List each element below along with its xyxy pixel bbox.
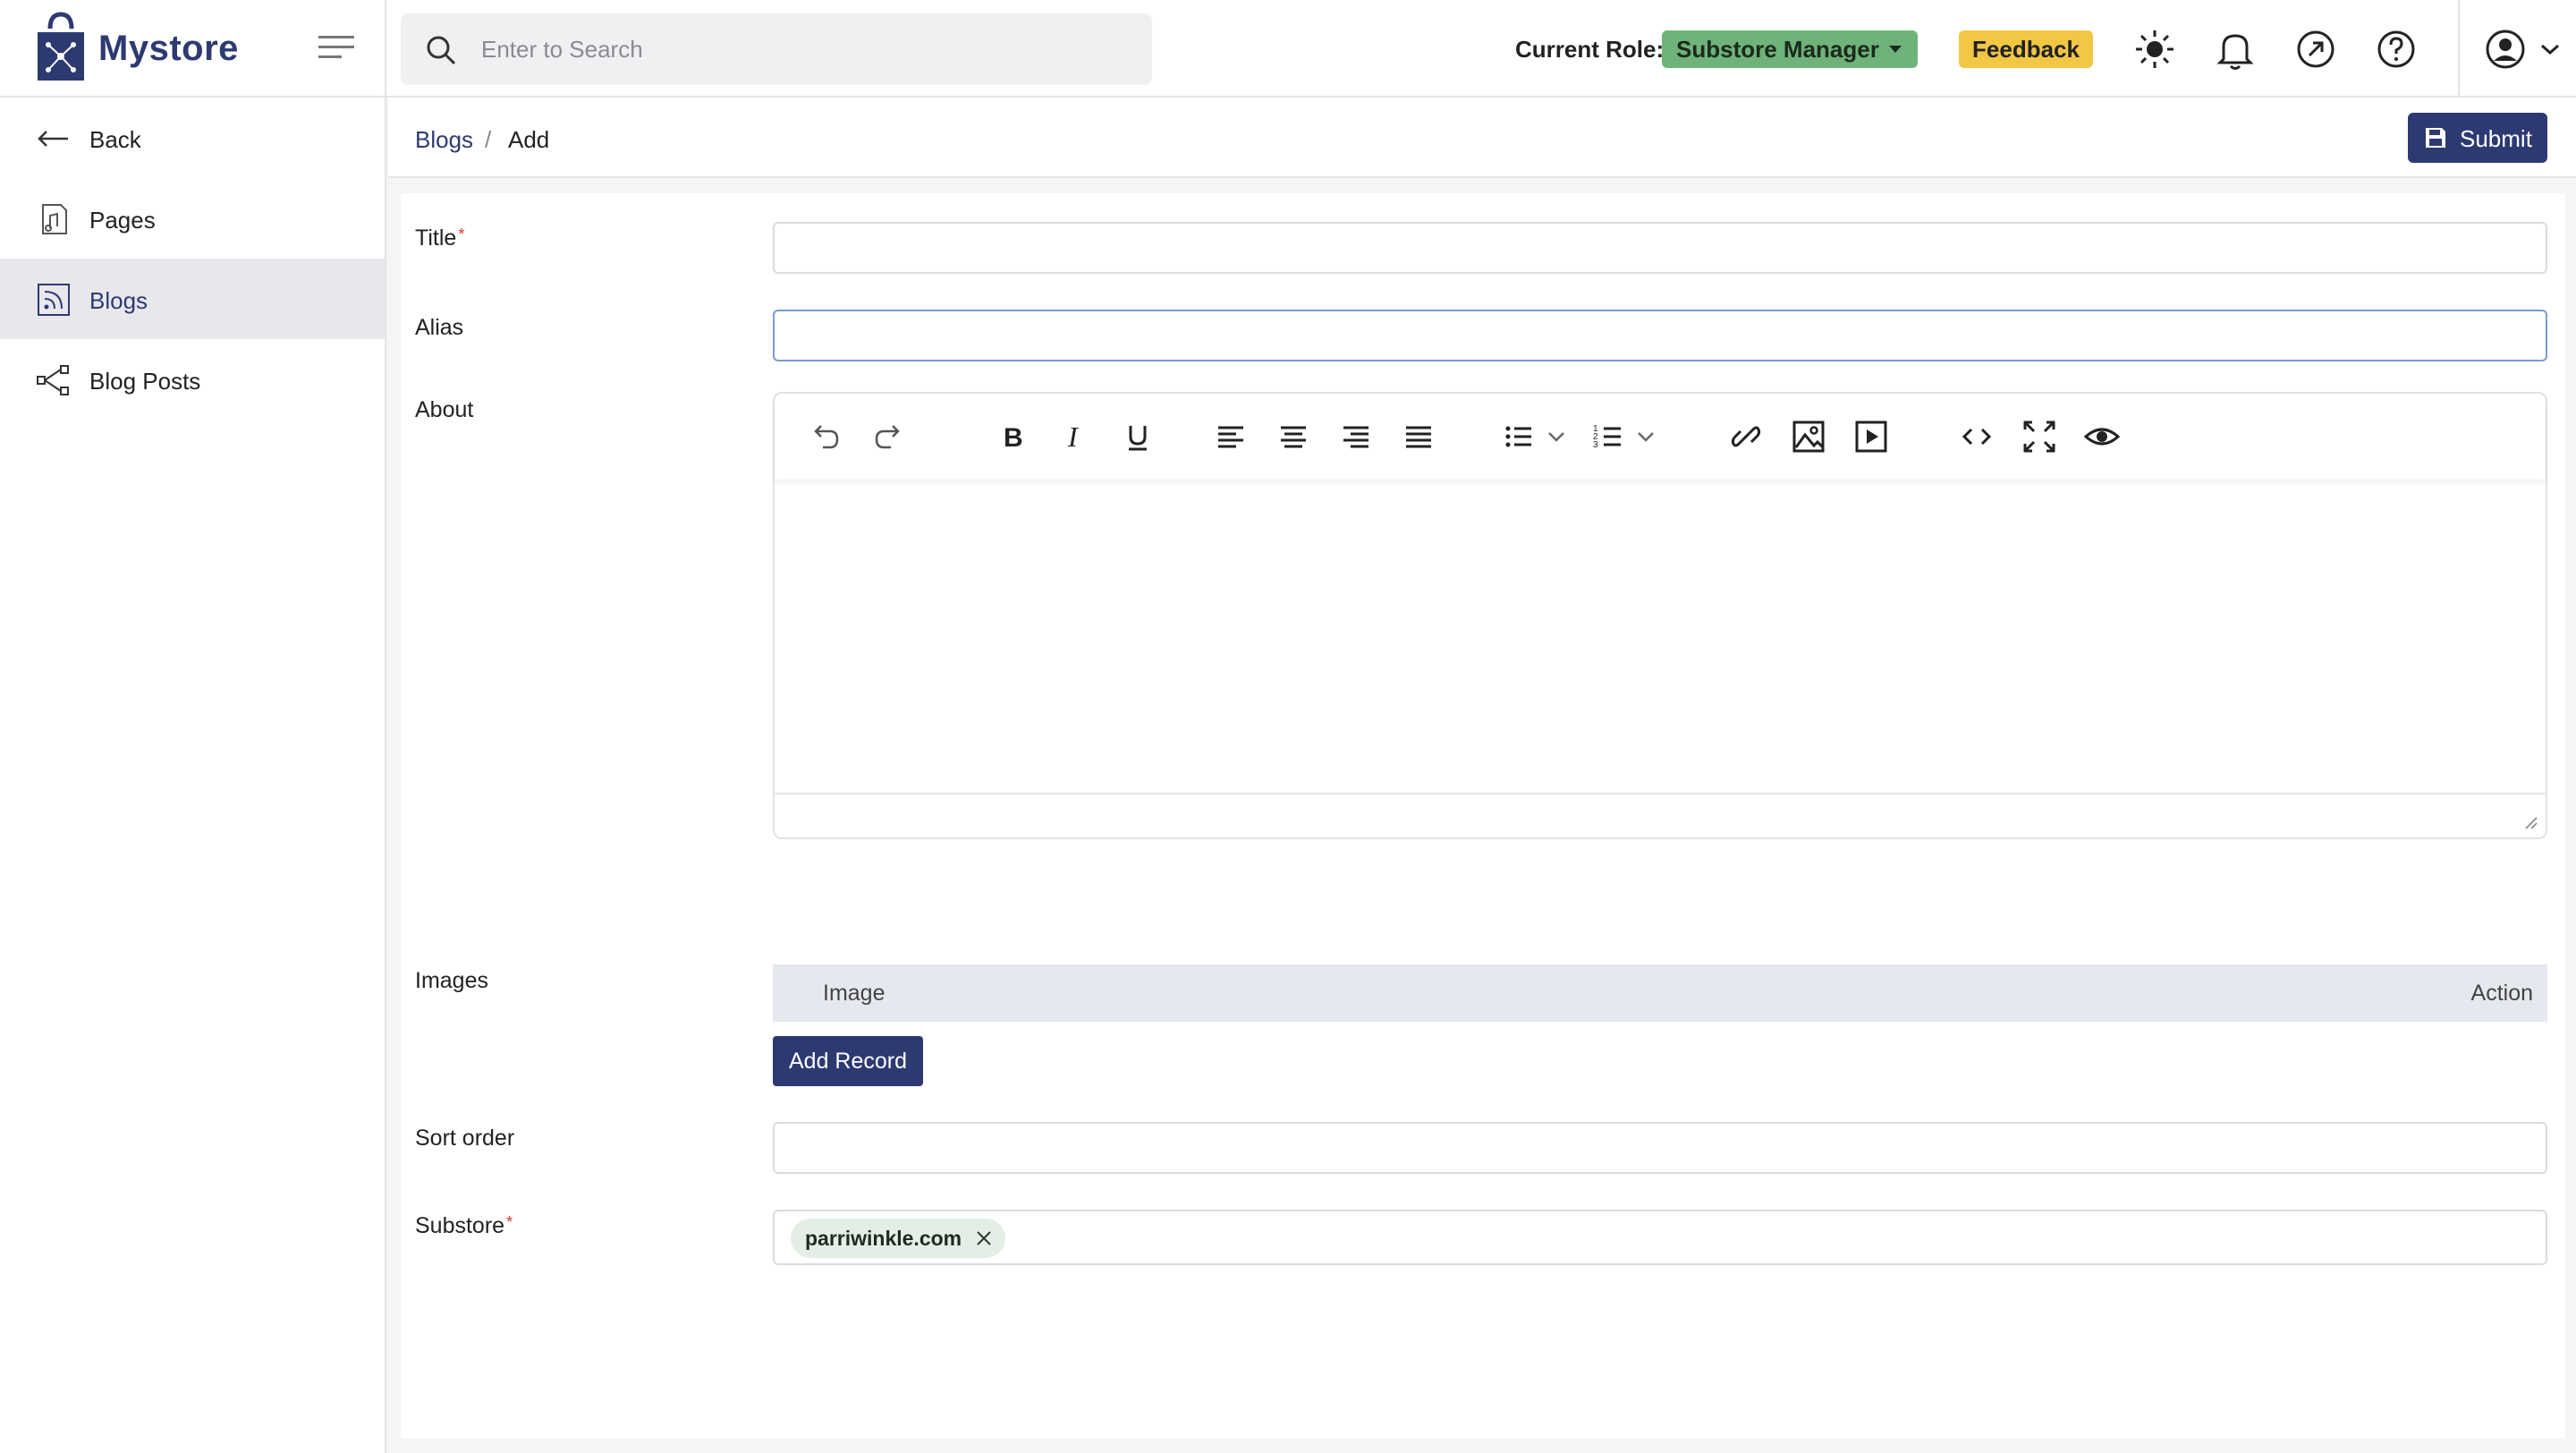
alias-label: Alias [415,315,464,340]
add-record-button[interactable]: Add Record [773,1036,923,1086]
title-label: Title * [415,225,464,251]
user-avatar-icon[interactable] [2483,27,2528,72]
substore-chip: parriwinkle.com [791,1219,1005,1258]
breadcrumb-blogs-link[interactable]: Blogs [415,126,473,154]
numbered-list-icon[interactable]: 123 [1590,419,1626,455]
remove-chip-icon[interactable] [975,1229,993,1247]
images-label: Images [415,968,488,993]
fullscreen-icon[interactable] [2021,419,2057,455]
external-link-icon[interactable] [2293,27,2338,72]
title-input[interactable] [773,222,2547,274]
sidebar-item-label: Blogs [89,287,148,314]
sort-order-input[interactable] [773,1122,2547,1174]
breadcrumb-current: Add [508,126,550,153]
sidebar-item-label: Back [89,126,141,153]
code-view-icon[interactable] [1959,419,1995,455]
page-icon [42,204,67,234]
link-icon[interactable] [1728,419,1764,455]
rss-icon [38,284,70,316]
submit-button[interactable]: Submit [2408,113,2547,163]
sidebar: Back Pages Blogs Blog Posts [0,98,386,1453]
align-center-icon[interactable] [1275,419,1311,455]
chevron-down-icon[interactable] [2537,27,2563,72]
sun-icon[interactable] [2132,27,2177,72]
sidebar-item-blog-posts[interactable]: Blog Posts [0,339,385,420]
required-marker: * [506,1213,513,1231]
substore-multiselect[interactable]: parriwinkle.com [773,1210,2547,1265]
feedback-button[interactable]: Feedback [1959,30,2093,68]
blog-form: Title * Alias About B I 1 2 3 Images Ima… [401,193,2565,1439]
search-icon [427,36,456,65]
app-name: Mystore [98,29,239,68]
editor-content-area[interactable] [775,480,2546,793]
images-table-header: Image Action [773,964,2547,1022]
menu-toggle-icon[interactable] [317,32,356,63]
about-label: About [415,397,474,422]
search-input[interactable] [481,13,1134,85]
italic-icon[interactable]: I [1057,419,1093,455]
arrow-left-icon [38,131,68,147]
rich-text-editor: B I 1 2 3 [773,392,2547,839]
svg-text:3: 3 [1593,440,1598,450]
sidebar-item-back[interactable]: Back [0,98,385,178]
sidebar-item-pages[interactable]: Pages [0,178,385,259]
required-marker: * [458,225,465,243]
align-justify-icon[interactable] [1401,419,1436,455]
caret-down-icon [1889,46,1902,53]
role-dropdown[interactable]: Substore Manager [1662,30,1918,68]
help-icon[interactable] [2374,27,2419,72]
shopping-bag-logo-icon [38,12,84,81]
image-icon[interactable] [1791,419,1826,455]
column-header-image: Image [823,981,886,1006]
sidebar-item-blogs[interactable]: Blogs [0,259,385,339]
align-right-icon[interactable] [1338,419,1374,455]
submit-label: Submit [2460,125,2532,152]
breadcrumb-separator: / [485,126,492,153]
role-value: Substore Manager [1676,36,1879,63]
underline-icon[interactable] [1120,419,1156,455]
bell-icon[interactable] [2213,27,2258,72]
editor-toolbar: B I 1 2 3 [775,394,2546,480]
alias-input[interactable] [773,310,2547,361]
bullet-list-dropdown-icon[interactable] [1546,419,1567,455]
logo-area: Mystore [0,0,386,96]
save-icon [2426,128,2445,148]
sidebar-item-label: Pages [89,207,156,234]
svg-text:B: B [1004,423,1023,453]
bullet-list-icon[interactable] [1501,419,1537,455]
redo-icon[interactable] [871,419,907,455]
align-left-icon[interactable] [1213,419,1249,455]
current-role-label: Current Role: [1515,36,1665,63]
bold-icon[interactable]: B [995,419,1030,455]
editor-status-bar [775,793,2546,837]
substore-chip-label: parriwinkle.com [805,1227,962,1250]
header-divider [2458,0,2460,96]
column-header-action: Action [2470,981,2533,1006]
video-icon[interactable] [1853,419,1889,455]
share-nodes-icon [37,365,69,395]
svg-text:I: I [1067,421,1079,453]
substore-label: Substore * [415,1213,513,1239]
substore-label-text: Substore [415,1213,505,1238]
sort-order-label: Sort order [415,1126,515,1151]
numbered-list-dropdown-icon[interactable] [1635,419,1657,455]
preview-eye-icon[interactable] [2084,419,2120,455]
breadcrumb: Blogs / Add Submit [388,98,2576,178]
top-header: Mystore Current Role: Substore Manager F… [0,0,2576,98]
title-label-text: Title [415,225,457,251]
sidebar-item-label: Blog Posts [89,368,201,395]
undo-icon[interactable] [807,419,843,455]
search-box [401,13,1152,85]
resize-handle-icon[interactable] [2522,814,2538,830]
